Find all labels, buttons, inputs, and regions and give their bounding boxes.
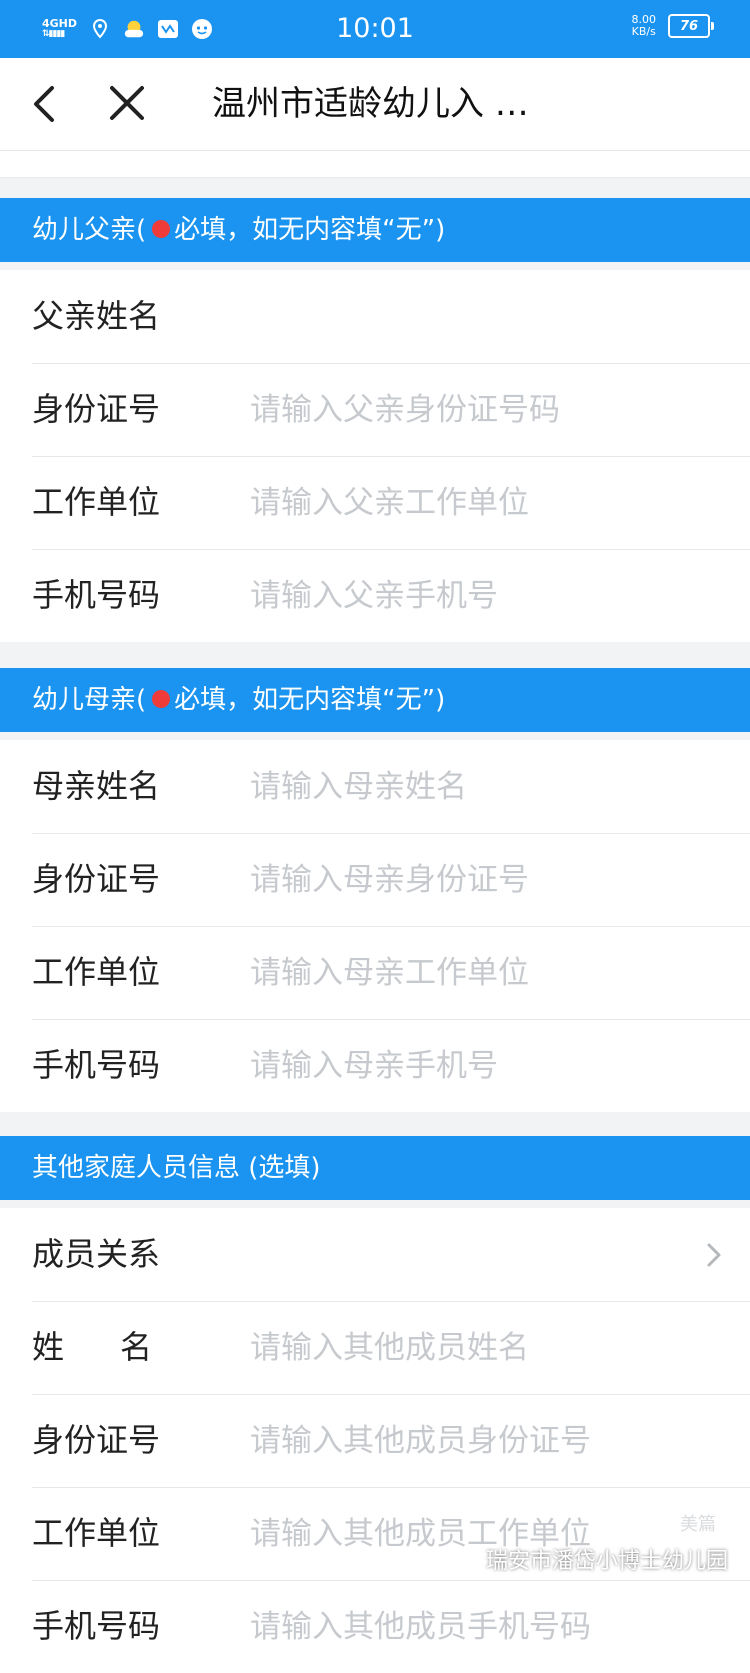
network-speed-unit: KB/s: [631, 25, 656, 38]
status-right: 8.00 KB/s 76: [632, 14, 714, 38]
row-label: 成员关系: [32, 1235, 161, 1273]
row-label: 手机号码: [32, 1607, 161, 1645]
other-section-header: 其他家庭人员信息 (选填): [0, 1136, 750, 1200]
form-row-father-phone: 手机号码: [0, 549, 750, 642]
other-form-group: 成员关系 姓名 身份证号 工作单位 手机号码: [0, 1208, 750, 1673]
top-spacer: [0, 151, 750, 178]
mother-section-title-suffix: 必填，如无内容填“无”): [174, 685, 446, 715]
nav-bar: 温州市适龄幼儿入 …: [0, 58, 750, 151]
row-label: 身份证号: [32, 1421, 161, 1459]
battery-icon: 76: [668, 14, 714, 38]
mother-name-input[interactable]: [250, 762, 690, 812]
mother-id-input[interactable]: [250, 855, 690, 905]
status-bar: 4GHD ⇅▮▮▮▮ 10:01 8.00 KB/s 76: [0, 0, 750, 58]
form-row-other-phone: 手机号码: [0, 1580, 750, 1673]
father-section-header: 幼儿父亲( 必填，如无内容填“无”): [0, 198, 750, 262]
form-row-mother-phone: 手机号码: [0, 1019, 750, 1112]
required-dot-icon: [152, 689, 171, 708]
mother-form-group: 母亲姓名 身份证号 工作单位 手机号码: [0, 740, 750, 1112]
father-section-title-prefix: 幼儿父亲(: [32, 215, 147, 245]
mother-workplace-input[interactable]: [250, 948, 690, 998]
brand-watermark: 美篇: [680, 1510, 716, 1536]
form-row-mother-id: 身份证号: [0, 833, 750, 926]
other-phone-input[interactable]: [250, 1602, 690, 1652]
form-row-mother-name: 母亲姓名: [0, 740, 750, 833]
form-row-father-workplace: 工作单位: [0, 456, 750, 549]
chevron-left-icon: [34, 86, 54, 122]
father-name-input[interactable]: [250, 292, 690, 342]
father-phone-input[interactable]: [250, 571, 690, 621]
other-name-input[interactable]: [250, 1323, 690, 1373]
row-label: 工作单位: [32, 483, 161, 521]
battery-level: 76: [679, 18, 699, 34]
father-workplace-input[interactable]: [250, 478, 690, 528]
form-row-father-name: 父亲姓名: [0, 270, 750, 363]
father-form-group: 父亲姓名 身份证号 工作单位 手机号码: [0, 270, 750, 642]
page-title: 温州市适龄幼儿入 …: [212, 84, 529, 124]
account-watermark-text: 瑞安市潘岱小博士幼儿园: [485, 1549, 728, 1574]
other-id-input[interactable]: [250, 1416, 690, 1466]
account-watermark: 瑞安市潘岱小博士幼儿园: [453, 1543, 728, 1575]
brand-watermark-text: 美篇: [680, 1514, 716, 1535]
row-label: 工作单位: [32, 953, 161, 991]
other-section-title: 其他家庭人员信息 (选填): [32, 1153, 321, 1183]
row-label: 父亲姓名: [32, 297, 161, 335]
row-label: 工作单位: [32, 1514, 161, 1552]
form-row-other-id: 身份证号: [0, 1394, 750, 1487]
mother-section-title-prefix: 幼儿母亲(: [32, 685, 147, 715]
network-speed: 8.00 KB/s: [632, 14, 657, 38]
row-label: 姓名: [32, 1328, 209, 1366]
row-label: 手机号码: [32, 1046, 161, 1084]
form-row-father-id: 身份证号: [0, 363, 750, 456]
row-label: 母亲姓名: [32, 767, 161, 805]
wechat-icon: [453, 1548, 480, 1569]
form-row-mother-workplace: 工作单位: [0, 926, 750, 1019]
father-id-input[interactable]: [250, 385, 690, 435]
close-button[interactable]: [104, 80, 150, 126]
father-section-title-suffix: 必填，如无内容填“无”): [174, 215, 446, 245]
mother-section-header: 幼儿母亲( 必填，如无内容填“无”): [0, 668, 750, 732]
chevron-right-icon: [707, 1243, 721, 1267]
row-label: 手机号码: [32, 576, 161, 614]
row-label: 身份证号: [32, 860, 161, 898]
member-relation-picker[interactable]: 成员关系: [0, 1208, 750, 1301]
form-row-other-name: 姓名: [0, 1301, 750, 1394]
row-label: 身份证号: [32, 390, 161, 428]
mother-phone-input[interactable]: [250, 1041, 690, 1091]
required-dot-icon: [152, 219, 171, 238]
close-icon: [110, 86, 144, 120]
back-button[interactable]: [26, 82, 70, 126]
